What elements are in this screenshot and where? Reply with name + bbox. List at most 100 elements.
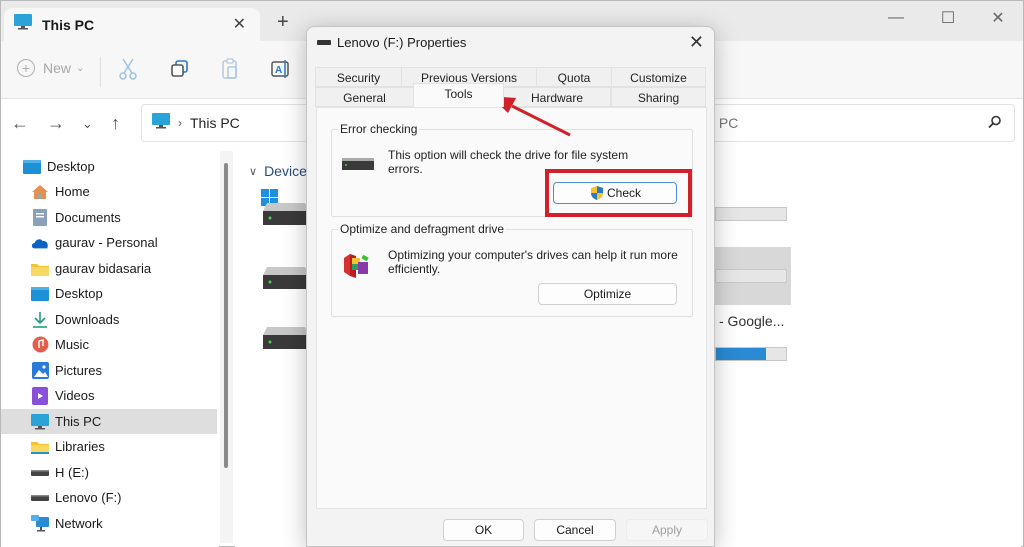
cut-icon[interactable] [116,57,140,81]
drive-icon [342,158,374,170]
svg-text:A: A [275,65,282,76]
minimize-icon[interactable]: — [873,3,919,33]
devices-section-header[interactable]: ∨ Devices [249,163,314,179]
tab-general[interactable]: General [315,87,414,107]
close-tab-icon[interactable]: ✕ [233,14,246,34]
back-arrow-icon[interactable]: ← [11,113,29,134]
sidebar-item-documents[interactable]: Documents [1,205,217,230]
drive-name-label: - Google... [719,313,785,329]
paste-icon[interactable] [218,57,242,81]
sidebar-item-label: Documents [55,210,121,225]
maximize-icon[interactable]: ☐ [925,3,971,33]
sidebar-item-label: gaurav bidasaria [55,261,152,276]
sidebar-item-label: Music [55,337,89,352]
forward-arrow-icon[interactable]: → [47,113,65,134]
drive-usage-bar [715,347,787,361]
defragment-icon [344,254,369,278]
drive-usage-bar [715,269,787,283]
sidebar-item-gaurav-bidasaria[interactable]: gaurav bidasaria [1,256,217,281]
sidebar-item-pictures[interactable]: Pictures [1,358,217,383]
desktop-icon [23,159,41,175]
drive-c-icon[interactable] [263,203,309,225]
error-checking-text-line2: errors. [388,162,423,176]
sidebar-item-music[interactable]: Music [1,332,217,357]
folder-icon [31,261,49,277]
optimize-button[interactable]: Optimize [538,283,677,305]
drive-f-icon[interactable] [263,327,309,349]
search-input[interactable]: s PC [701,104,1015,142]
sidebar-item-label: Downloads [55,312,120,327]
apply-button[interactable]: Apply [626,519,708,541]
sidebar-item-lenovo-f[interactable]: Lenovo (F:) [1,485,217,510]
sidebar-item-label: Libraries [55,439,105,454]
optimize-text-line2: efficiently. [388,262,441,276]
drive-icon [317,40,331,45]
sidebar-item-label: Network [55,516,103,531]
home-icon [31,184,49,200]
navigation-pane: Desktop Home Documents gaurav - Personal gau… [1,149,219,547]
tab-quota[interactable]: Quota [536,67,612,87]
tab-sharing[interactable]: Sharing [611,87,706,107]
music-icon [31,336,49,353]
sidebar-item-network[interactable]: Network [1,511,217,536]
sidebar-scrollbar-thumb[interactable] [224,163,228,468]
cancel-button-label: Cancel [556,523,594,537]
sidebar-item-desktop[interactable]: Desktop [1,154,217,179]
error-checking-label: Error checking [338,122,420,136]
sidebar-item-label: Lenovo (F:) [55,490,122,505]
downloads-icon [31,312,49,328]
optimize-label: Optimize and defragment drive [338,222,507,236]
recent-locations-chevron-icon[interactable]: ⌄ [82,116,93,132]
new-button[interactable]: + New ⌄ [17,59,84,77]
sidebar-item-label: This PC [55,414,102,429]
sidebar-item-home[interactable]: Home [1,179,217,204]
dialog-title-bar: Lenovo (F:) Properties [317,35,466,50]
sidebar-item-videos[interactable]: Videos [1,383,217,408]
sidebar-item-label: Videos [55,388,95,403]
sidebar-scrollbar[interactable] [220,151,233,543]
drive-usage-fill [716,348,767,360]
copy-icon[interactable] [168,57,192,81]
new-tab-icon[interactable]: + [277,11,289,34]
sidebar-item-downloads[interactable]: Downloads [1,307,217,332]
up-arrow-icon[interactable]: ↑ [111,113,120,134]
drive-icon [31,490,49,506]
close-window-icon[interactable]: ✕ [975,3,1021,33]
tab-hardware[interactable]: Hardware [503,87,611,107]
search-icon[interactable] [988,115,1002,134]
sidebar-item-label: Desktop [47,159,95,174]
rename-icon[interactable]: A [269,57,293,81]
sidebar-item-label: Desktop [55,286,103,301]
address-bar[interactable]: › This PC [141,104,311,142]
tab-tools[interactable]: Tools [413,83,504,107]
sidebar-item-desktop[interactable]: Desktop [1,281,217,306]
optimize-description: Optimizing your computer's drives can he… [388,248,678,276]
drive-icon [31,465,49,481]
this-pc-icon [31,413,49,430]
breadcrumb-this-pc[interactable]: This PC [190,115,240,131]
sidebar-item-libraries[interactable]: Libraries [1,434,217,459]
chevron-down-icon: ⌄ [76,62,85,74]
close-dialog-icon[interactable]: ✕ [689,32,704,53]
chevron-down-icon: ∨ [249,165,258,178]
desktop-icon [31,286,49,302]
sidebar-item-h-e[interactable]: H (E:) [1,460,217,485]
sidebar-item-label: Home [55,184,90,199]
tools-tab-panel: Error checking This option will check th… [316,107,707,509]
ok-button[interactable]: OK [443,519,524,541]
tab-customize[interactable]: Customize [611,67,706,87]
dialog-tabs: Security Previous Versions Quota Customi… [315,67,706,107]
sidebar-item-this-pc[interactable]: This PC [1,409,217,434]
drive-e-icon[interactable] [263,267,309,289]
tab-this-pc[interactable]: This PC ✕ [4,8,260,41]
properties-dialog: Lenovo (F:) Properties ✕ Security Previo… [306,26,715,547]
tab-security[interactable]: Security [315,67,402,87]
network-icon [31,515,49,532]
pictures-icon [31,362,49,379]
optimize-button-label: Optimize [583,287,632,301]
plus-circle-icon: + [17,59,35,77]
sidebar-item-gaurav-personal[interactable]: gaurav - Personal [1,230,217,255]
cancel-button[interactable]: Cancel [534,519,616,541]
apply-button-label: Apply [651,523,683,537]
optimize-text-line1: Optimizing your computer's drives can he… [388,248,678,262]
